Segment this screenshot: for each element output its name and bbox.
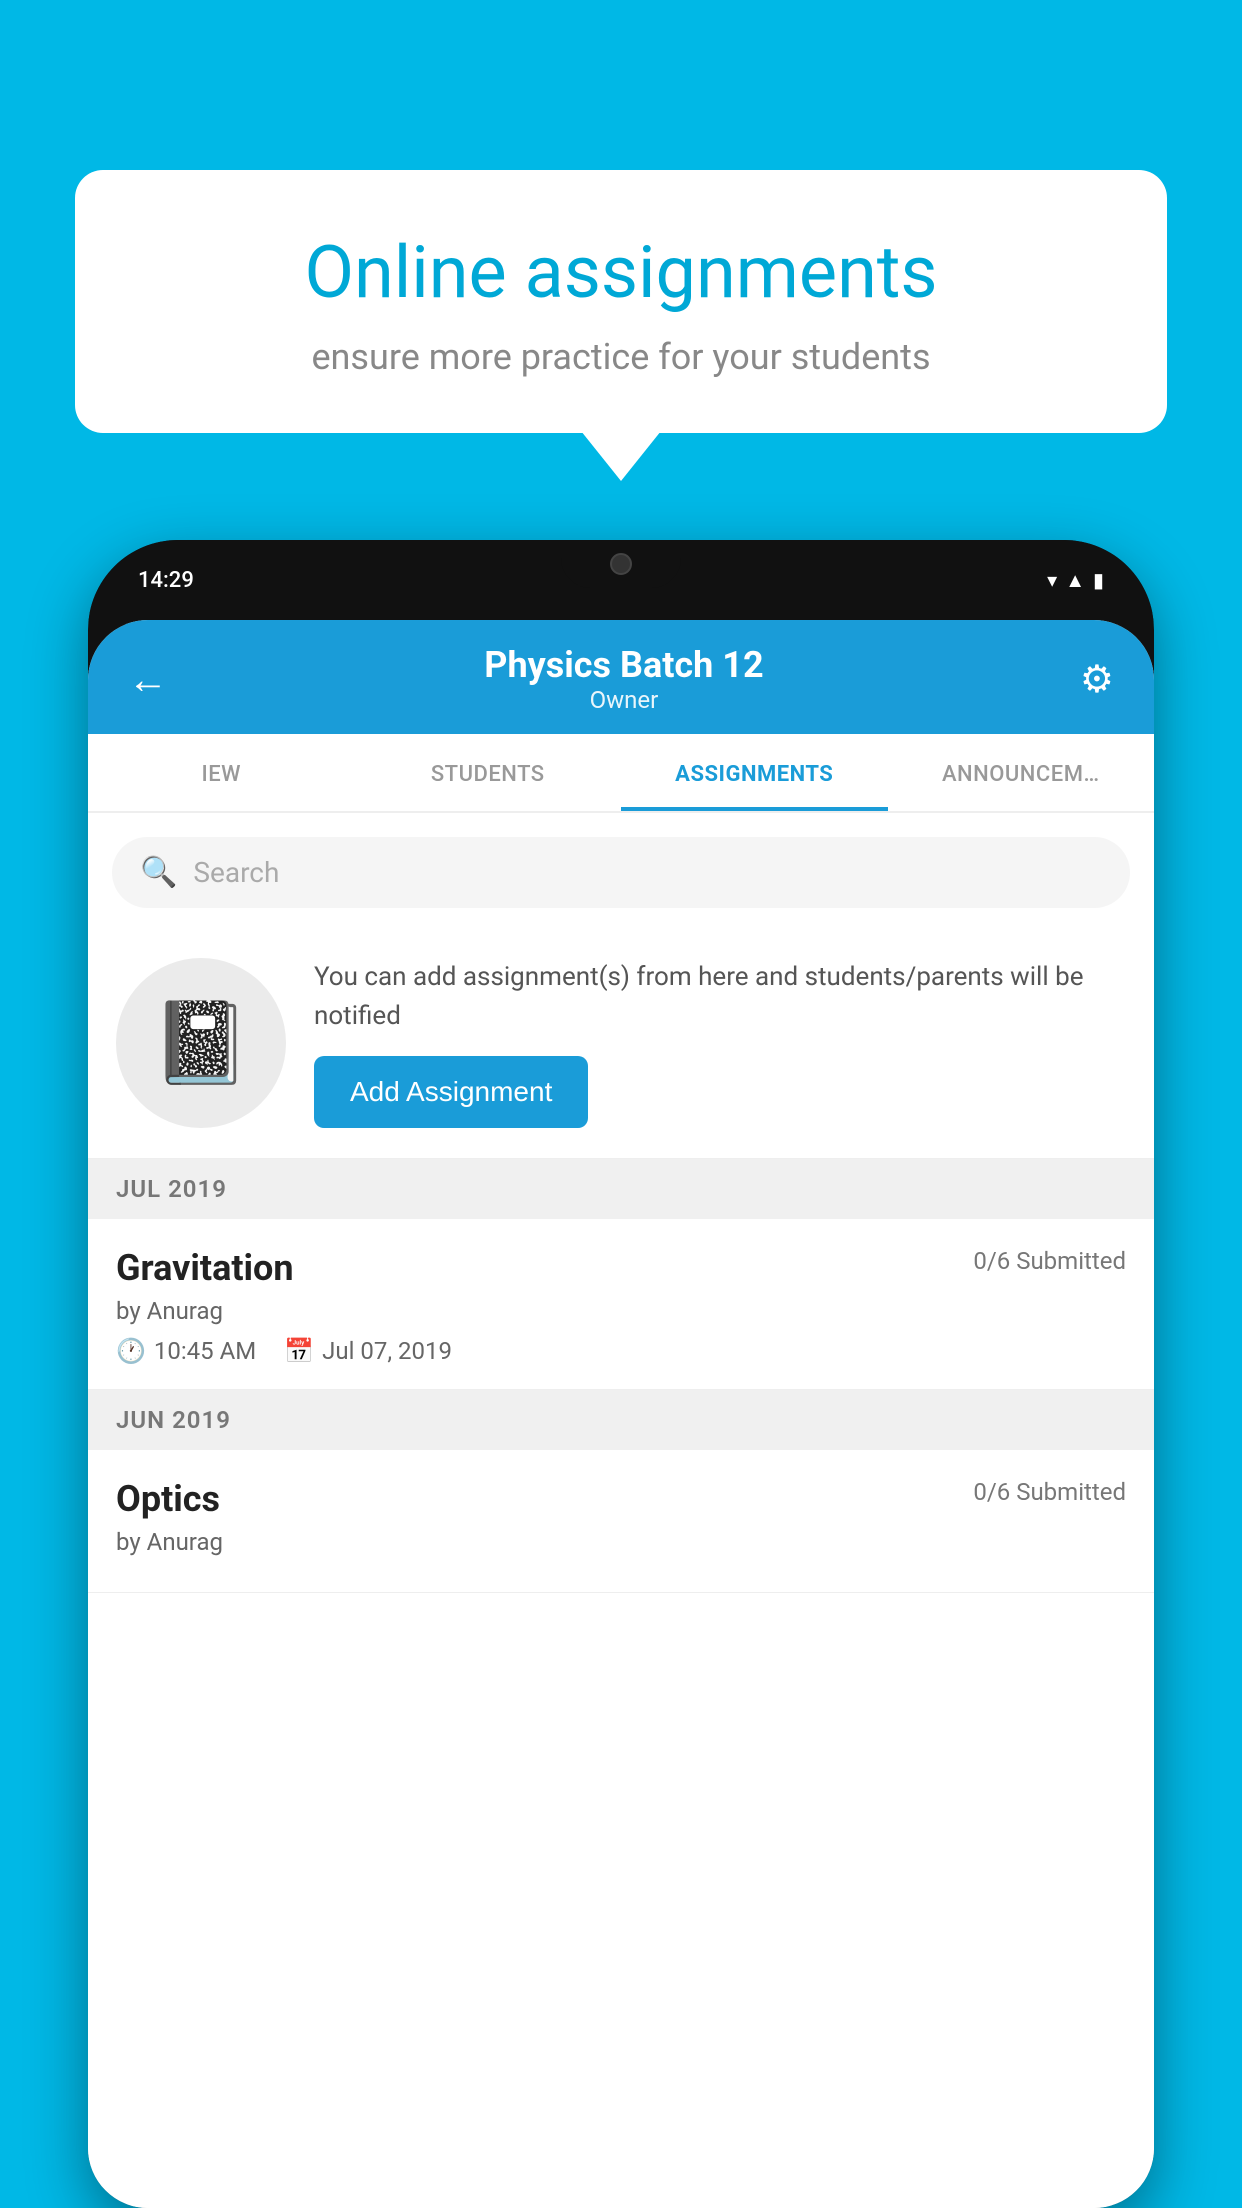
- back-button[interactable]: ←: [128, 656, 168, 703]
- section-label-jul: JUL 2019: [116, 1175, 227, 1203]
- search-placeholder: Search: [193, 856, 279, 889]
- tab-students[interactable]: STUDENTS: [355, 734, 622, 811]
- promo-description: You can add assignment(s) from here and …: [314, 958, 1126, 1036]
- phone-notch: [561, 540, 681, 588]
- signal-icon: ▲: [1065, 568, 1085, 593]
- list-item[interactable]: Optics 0/6 Submitted by Anurag: [88, 1450, 1154, 1593]
- list-item[interactable]: Gravitation 0/6 Submitted by Anurag 🕐 10…: [88, 1219, 1154, 1390]
- assignment-author: by Anurag: [116, 1297, 1126, 1325]
- meta-date: 📅 Jul 07, 2019: [284, 1337, 452, 1365]
- meta-time: 🕐 10:45 AM: [116, 1337, 256, 1365]
- tab-iew[interactable]: IEW: [88, 734, 355, 811]
- assignment-name: Optics: [116, 1478, 220, 1520]
- header-subtitle: Owner: [484, 686, 763, 714]
- tabs-bar: IEW STUDENTS ASSIGNMENTS ANNOUNCEM…: [88, 734, 1154, 813]
- section-label-jun: JUN 2019: [116, 1406, 231, 1434]
- section-header-jul: JUL 2019: [88, 1159, 1154, 1219]
- add-assignment-button[interactable]: Add Assignment: [314, 1056, 588, 1128]
- phone-status-bar: 14:29 ▾ ▲ ▮: [88, 540, 1154, 620]
- notebook-icon: 📓: [151, 996, 251, 1090]
- clock-icon: 🕐: [116, 1337, 146, 1365]
- promo-icon-circle: 📓: [116, 958, 286, 1128]
- assignment-row-top: Gravitation 0/6 Submitted: [116, 1247, 1126, 1289]
- search-icon: 🔍: [140, 855, 177, 890]
- status-time: 14:29: [138, 568, 194, 593]
- app-header: ← Physics Batch 12 Owner ⚙: [88, 620, 1154, 734]
- status-icons: ▾ ▲ ▮: [1047, 568, 1104, 593]
- assignment-submitted: 0/6 Submitted: [973, 1478, 1126, 1506]
- assignment-name: Gravitation: [116, 1247, 294, 1289]
- section-header-jun: JUN 2019: [88, 1390, 1154, 1450]
- header-title: Physics Batch 12: [484, 644, 763, 686]
- assignment-time: 10:45 AM: [154, 1337, 256, 1365]
- promo-text: You can add assignment(s) from here and …: [314, 958, 1126, 1128]
- tab-assignments[interactable]: ASSIGNMENTS: [621, 734, 888, 811]
- content-area: 🔍 Search 📓 You can add assignment(s) fro…: [88, 813, 1154, 2208]
- phone-camera: [610, 553, 632, 575]
- assignment-row-top: Optics 0/6 Submitted: [116, 1478, 1126, 1520]
- settings-icon[interactable]: ⚙: [1080, 657, 1114, 702]
- assignment-meta: 🕐 10:45 AM 📅 Jul 07, 2019: [116, 1337, 1126, 1365]
- header-center: Physics Batch 12 Owner: [484, 644, 763, 714]
- assignment-date: Jul 07, 2019: [322, 1337, 452, 1365]
- battery-icon: ▮: [1093, 568, 1104, 592]
- search-bar[interactable]: 🔍 Search: [112, 837, 1130, 908]
- wifi-icon: ▾: [1047, 568, 1057, 592]
- promo-section: 📓 You can add assignment(s) from here an…: [88, 928, 1154, 1159]
- tab-announcements[interactable]: ANNOUNCEM…: [888, 734, 1155, 811]
- bubble-subtitle: ensure more practice for your students: [145, 336, 1097, 378]
- phone-frame: 14:29 ▾ ▲ ▮ ← Physics Batch 12 Owner ⚙ I…: [88, 540, 1154, 2208]
- app-screen: ← Physics Batch 12 Owner ⚙ IEW STUDENTS …: [88, 620, 1154, 2208]
- assignment-author: by Anurag: [116, 1528, 1126, 1556]
- bubble-title: Online assignments: [145, 230, 1097, 316]
- assignment-submitted: 0/6 Submitted: [973, 1247, 1126, 1275]
- calendar-icon: 📅: [284, 1337, 314, 1365]
- speech-bubble: Online assignments ensure more practice …: [75, 170, 1167, 433]
